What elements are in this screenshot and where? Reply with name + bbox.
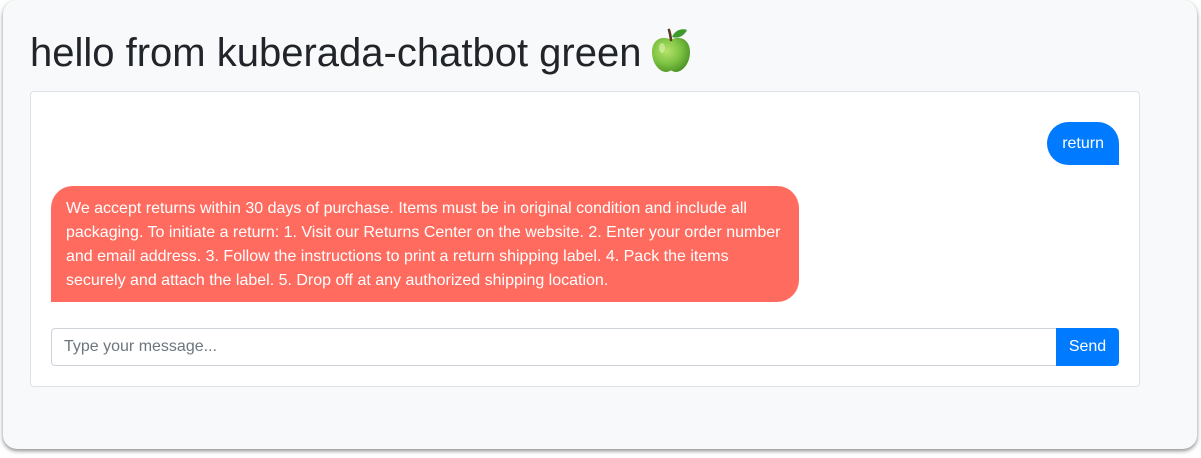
message-input[interactable] [51,328,1056,366]
page-title-text: hello from kuberada-chatbot green [30,31,642,75]
page-title: hello from kuberada-chatbot green [30,27,693,77]
chat-panel: return We accept returns within 30 days … [30,91,1140,387]
bot-message-bubble: We accept returns within 30 days of purc… [51,186,799,302]
user-message-bubble: return [1047,122,1119,165]
message-composer: Send [51,328,1119,366]
send-button[interactable]: Send [1056,328,1119,366]
app-card: hello from kuberada-chatbot green return… [3,0,1197,449]
green-apple-icon [649,27,693,73]
